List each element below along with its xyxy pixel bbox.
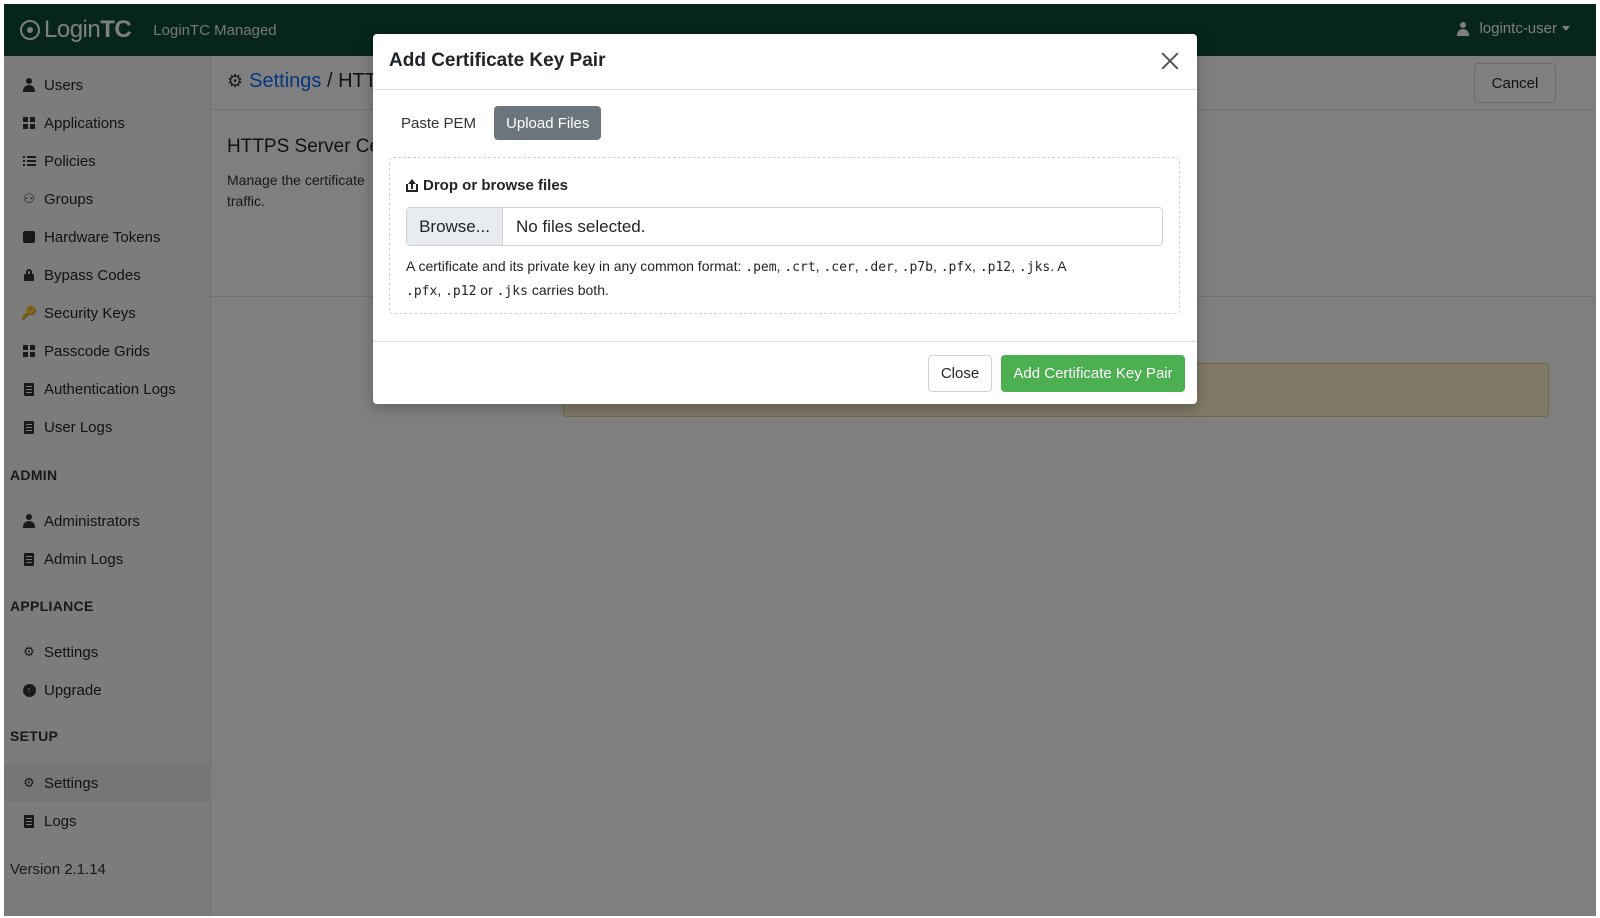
close-button[interactable]: Close (928, 355, 992, 392)
format-der: .der (862, 260, 894, 275)
file-dropzone[interactable]: Drop or browse files Browse... No files … (389, 157, 1180, 314)
both-pfx: .pfx (406, 284, 438, 299)
both-p12: .p12 (445, 284, 477, 299)
format-p7b: .p7b (901, 260, 933, 275)
help-or: or (476, 282, 497, 298)
format-p12: .p12 (979, 260, 1012, 275)
app-window: LoginTC LoginTC Managed logintc-user Use… (4, 4, 1596, 916)
format-pem: .pem (745, 260, 777, 275)
help-prefix: A certificate and its private key in any… (406, 258, 746, 274)
file-input[interactable]: Browse... No files selected. (406, 207, 1163, 246)
input-mode-tabs: Paste PEM Upload Files (389, 106, 602, 140)
format-cer: .cer (823, 260, 855, 275)
modal-footer: Close Add Certificate Key Pair (373, 341, 1197, 404)
dropzone-label: Drop or browse files (406, 177, 568, 194)
both-jks: .jks (496, 284, 528, 299)
tab-upload-files[interactable]: Upload Files (494, 106, 602, 140)
browse-button[interactable]: Browse... (407, 208, 503, 245)
add-certificate-key-pair-button[interactable]: Add Certificate Key Pair (1001, 355, 1185, 392)
format-crt: .crt (784, 260, 816, 275)
add-certificate-modal: Add Certificate Key Pair Paste PEM Uploa… (373, 34, 1197, 404)
dropzone-label-text: Drop or browse files (423, 177, 569, 194)
help-suffix: . A (1050, 258, 1067, 274)
modal-header: Add Certificate Key Pair (373, 34, 1197, 90)
file-status-text: No files selected. (516, 216, 646, 236)
format-help-text: A certificate and its private key in any… (406, 258, 1067, 299)
format-jks: .jks (1018, 260, 1051, 275)
help-tail: carries both. (527, 282, 609, 298)
modal-title: Add Certificate Key Pair (389, 50, 606, 71)
close-icon[interactable] (1159, 50, 1181, 72)
tab-paste-pem[interactable]: Paste PEM (389, 106, 488, 140)
upload-icon (406, 178, 418, 193)
format-pfx: .pfx (940, 260, 973, 275)
